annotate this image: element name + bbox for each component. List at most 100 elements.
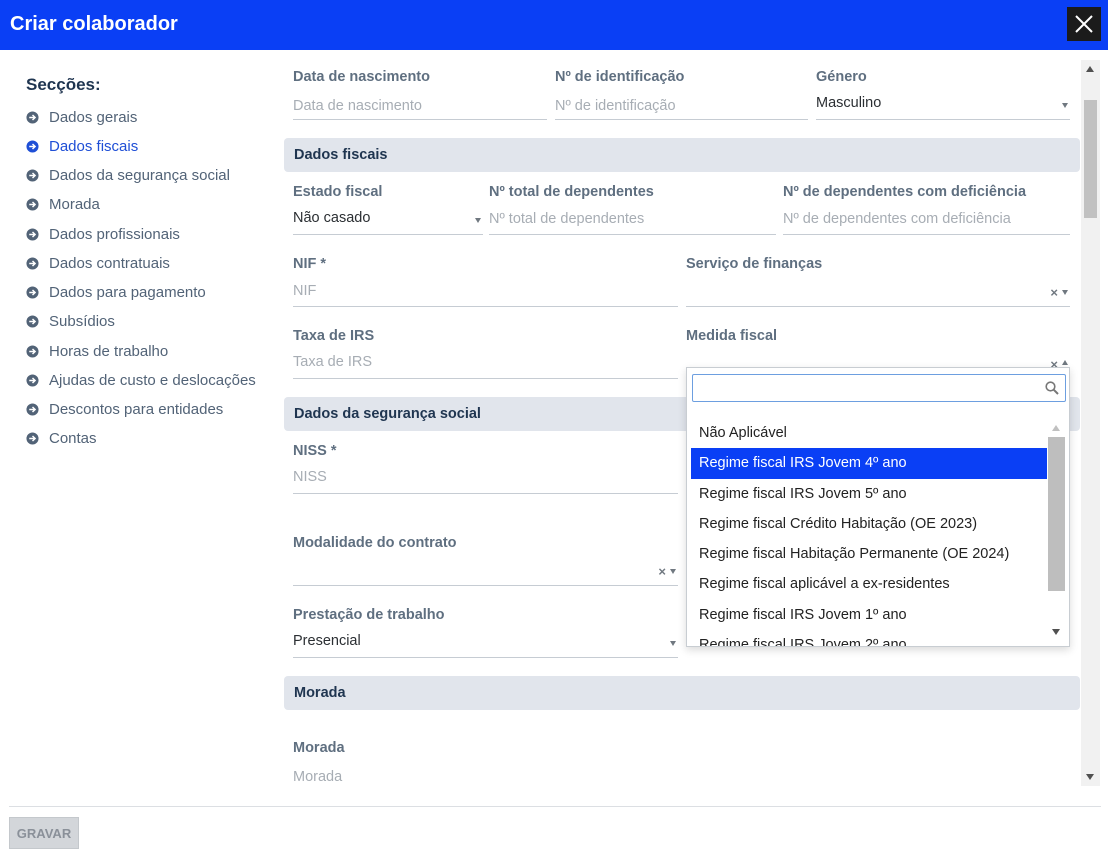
scroll-down-icon[interactable] xyxy=(1052,629,1060,635)
fiscal-measure-label: Medida fiscal xyxy=(686,328,778,344)
niss-input[interactable]: NISS xyxy=(293,466,678,494)
work-mode-label: Prestação de trabalho xyxy=(293,607,445,623)
sidebar-item[interactable]: Dados contratuais xyxy=(26,255,170,272)
gender-value: Masculino xyxy=(816,95,882,111)
scroll-up-icon[interactable] xyxy=(1052,425,1060,431)
id-number-label: Nº de identificação xyxy=(555,69,685,85)
sidebar-item-label: Horas de trabalho xyxy=(49,343,169,360)
work-mode-value: Presencial xyxy=(293,633,361,649)
sidebar-item[interactable]: Morada xyxy=(26,196,100,213)
sidebar-item-label: Descontos para entidades xyxy=(49,401,224,418)
arrow-circle-right-icon xyxy=(26,140,39,153)
sidebar-item[interactable]: Dados fiscais xyxy=(26,138,138,155)
chevron-down-icon xyxy=(1062,103,1068,108)
work-mode-select[interactable]: Presencial xyxy=(293,630,678,658)
sidebar-item[interactable]: Contas xyxy=(26,430,97,447)
sidebar-item[interactable]: Dados para pagamento xyxy=(26,284,206,301)
dropdown-option[interactable]: Regime fiscal IRS Jovem 1º ano xyxy=(691,600,1047,630)
scroll-thumb[interactable] xyxy=(1084,100,1097,218)
sidebar-item[interactable]: Dados da segurança social xyxy=(26,167,230,184)
birth-date-input[interactable]: Data de nascimento xyxy=(293,92,547,120)
dropdown-option[interactable]: Regime fiscal Habitação Permanente (OE 2… xyxy=(691,539,1047,569)
sidebar-item-label: Dados da segurança social xyxy=(49,167,230,184)
fiscal-status-select[interactable]: Não casado xyxy=(293,207,483,235)
sidebar-item[interactable]: Descontos para entidades xyxy=(26,401,223,418)
fiscal-measure-dropdown: Não Aplicável Regime fiscal IRS Jovem 4º … xyxy=(686,367,1070,647)
irs-rate-placeholder: Taxa de IRS xyxy=(293,354,372,370)
clear-icon[interactable]: × xyxy=(1050,285,1058,300)
address-input[interactable]: Morada xyxy=(293,763,678,791)
arrow-circle-right-icon xyxy=(26,403,39,416)
title-bar: Criar colaborador xyxy=(0,0,1108,50)
nif-label: NIF * xyxy=(293,256,327,272)
address-placeholder: Morada xyxy=(293,769,343,785)
sidebar-item[interactable]: Dados gerais xyxy=(26,109,137,126)
irs-rate-label: Taxa de IRS xyxy=(293,328,375,344)
nif-placeholder: NIF xyxy=(293,283,317,299)
contract-type-label: Modalidade do contrato xyxy=(293,535,457,551)
dropdown-options: Não Aplicável Regime fiscal IRS Jovem 4º … xyxy=(691,418,1047,646)
tax-office-select[interactable]: × xyxy=(686,279,1070,307)
chevron-down-icon xyxy=(670,569,676,574)
sidebar-item-label: Dados profissionais xyxy=(49,226,180,243)
main-scrollbar[interactable] xyxy=(1081,60,1100,786)
chevron-down-icon xyxy=(475,218,481,223)
scroll-down-icon[interactable] xyxy=(1086,774,1094,780)
dependents-placeholder: Nº total de dependentes xyxy=(489,211,645,227)
dialog-title: Criar colaborador xyxy=(10,13,178,35)
arrow-circle-right-icon xyxy=(26,257,39,270)
sidebar-item-label: Subsídios xyxy=(49,313,115,330)
disabled-dependents-placeholder: Nº de dependentes com deficiência xyxy=(783,211,1011,227)
dropdown-search-input[interactable] xyxy=(692,374,1066,402)
sidebar-item-label: Dados contratuais xyxy=(49,255,170,272)
disabled-dependents-label: Nº de dependentes com deficiência xyxy=(783,184,1027,200)
sidebar-item[interactable]: Horas de trabalho xyxy=(26,343,168,360)
dependents-input[interactable]: Nº total de dependentes xyxy=(489,207,776,235)
dropdown-scrollbar[interactable] xyxy=(1048,421,1065,641)
dropdown-option[interactable]: Regime fiscal Crédito Habitação (OE 2023… xyxy=(691,509,1047,539)
sidebar-item[interactable]: Dados profissionais xyxy=(26,226,180,243)
sidebar-item-label: Morada xyxy=(49,196,100,213)
birth-date-placeholder: Data de nascimento xyxy=(293,98,422,114)
scroll-up-icon[interactable] xyxy=(1086,66,1094,72)
arrow-circle-right-icon xyxy=(26,432,39,445)
sidebar-item-label: Dados gerais xyxy=(49,109,138,126)
dropdown-option[interactable]: Não Aplicável xyxy=(691,418,1047,448)
disabled-dependents-input[interactable]: Nº de dependentes com deficiência xyxy=(783,207,1070,235)
arrow-circle-right-icon xyxy=(26,286,39,299)
sidebar-item[interactable]: Ajudas de custo e deslocações xyxy=(26,372,256,389)
sidebar-item-label: Dados fiscais xyxy=(49,138,139,155)
irs-rate-input[interactable]: Taxa de IRS xyxy=(293,351,678,379)
id-number-input[interactable]: Nº de identificação xyxy=(555,92,808,120)
clear-icon[interactable]: × xyxy=(658,564,666,579)
sidebar-item-label: Contas xyxy=(49,430,97,447)
footer-divider xyxy=(9,806,1101,807)
nif-input[interactable]: NIF xyxy=(293,279,678,307)
dependents-label: Nº total de dependentes xyxy=(489,184,654,200)
fiscal-status-value: Não casado xyxy=(293,210,371,226)
arrow-circle-right-icon xyxy=(26,345,39,358)
address-label: Morada xyxy=(293,740,345,756)
gender-select[interactable]: Masculino xyxy=(816,92,1070,120)
save-button[interactable]: GRAVAR xyxy=(9,817,79,849)
arrow-circle-right-icon xyxy=(26,169,39,182)
search-icon xyxy=(1045,381,1059,395)
scroll-thumb[interactable] xyxy=(1048,437,1065,591)
close-icon xyxy=(1075,15,1093,33)
close-button[interactable] xyxy=(1067,7,1101,41)
gender-label: Género xyxy=(816,69,867,85)
contract-type-select[interactable]: × xyxy=(293,558,678,586)
dropdown-option[interactable]: Regime fiscal IRS Jovem 5º ano xyxy=(691,479,1047,509)
chevron-down-icon xyxy=(1062,290,1068,295)
dropdown-option[interactable]: Regime fiscal aplicável a ex-residentes xyxy=(691,569,1047,599)
chevron-down-icon xyxy=(670,641,676,646)
dropdown-option[interactable]: Regime fiscal IRS Jovem 2º ano xyxy=(691,630,1047,646)
dropdown-option[interactable]: Regime fiscal IRS Jovem 4º ano xyxy=(691,448,1047,479)
sidebar-item-label: Ajudas de custo e deslocações xyxy=(49,372,256,389)
sidebar-item[interactable]: Subsídios xyxy=(26,313,115,330)
chevron-up-icon xyxy=(1062,360,1068,365)
arrow-circle-right-icon xyxy=(26,315,39,328)
arrow-circle-right-icon xyxy=(26,198,39,211)
id-number-placeholder: Nº de identificação xyxy=(555,98,676,114)
arrow-circle-right-icon xyxy=(26,228,39,241)
